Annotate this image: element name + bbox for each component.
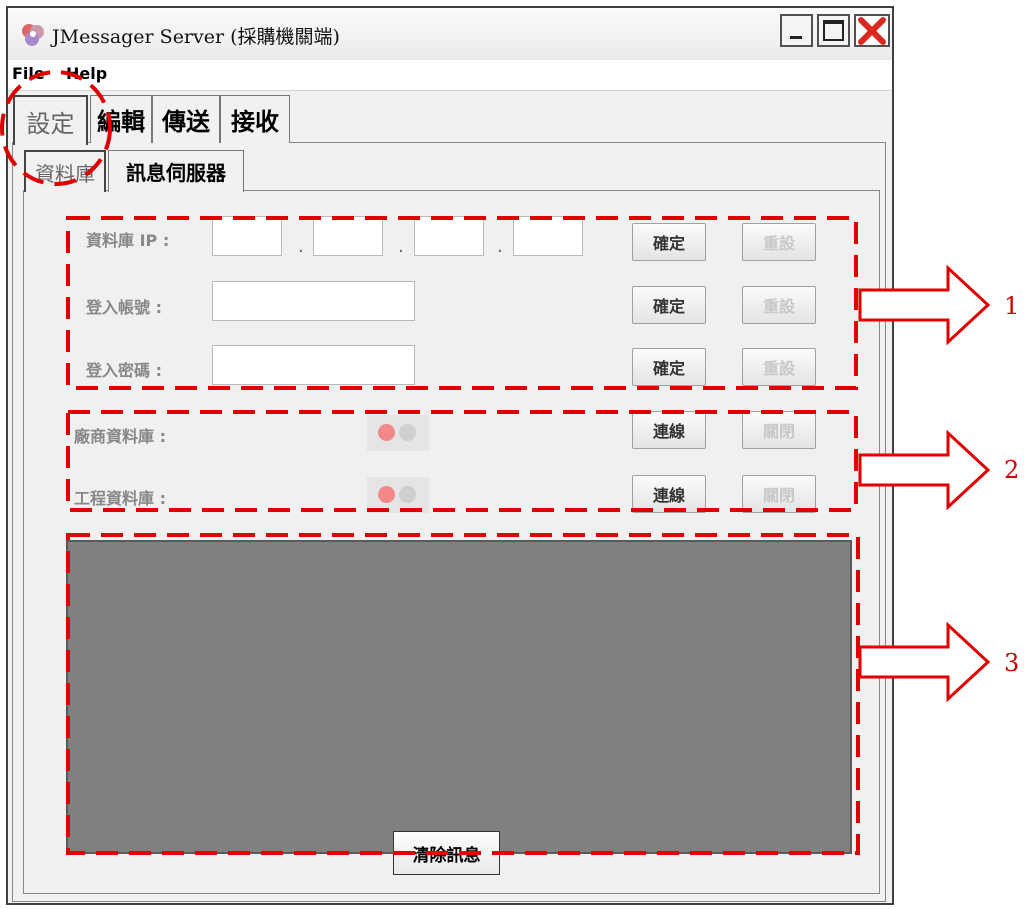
annotation-box-1: [66, 216, 858, 390]
annotation-box-3: [66, 533, 860, 855]
annotation-overlay: [0, 70, 991, 855]
callout-number-1: 1: [1004, 292, 1020, 320]
callout-arrow-3: [858, 621, 991, 703]
callout-number-3: 3: [1004, 649, 1020, 677]
annotation-box-2: [66, 410, 858, 512]
callout-number-2: 2: [1004, 456, 1020, 484]
callout-arrow-2: [858, 429, 991, 511]
callout-arrow-1: [858, 264, 991, 346]
settings-tab-highlight-circle: [0, 70, 112, 186]
